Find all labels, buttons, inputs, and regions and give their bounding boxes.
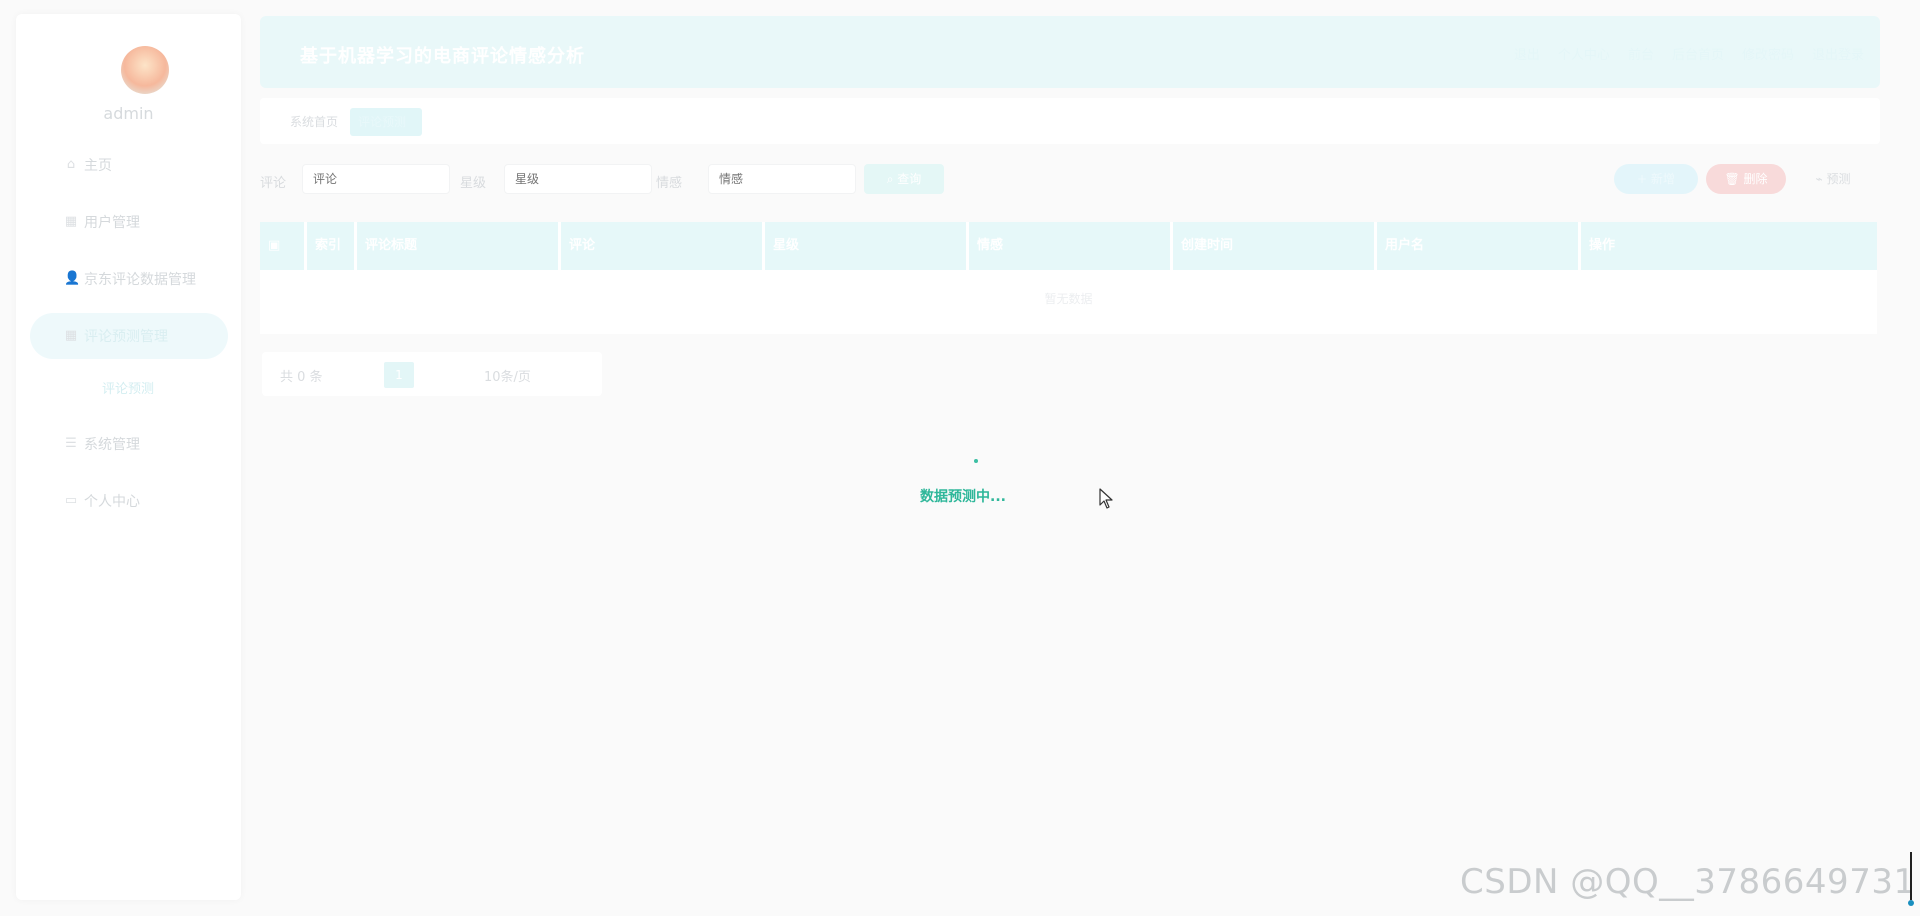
- field-label-sentiment: 情感: [656, 176, 683, 191]
- data-table: ▣ 索引 评论标题 评论 星级 情感 创建时间 用户名 操作 暂无数据: [260, 222, 1877, 334]
- pagination-total: 共 0 条: [280, 370, 323, 385]
- submenu-item-prediction[interactable]: 评论预测: [102, 378, 154, 397]
- avatar[interactable]: [121, 46, 169, 94]
- plus-icon: +: [1637, 172, 1651, 186]
- thermometer-icon: [1908, 852, 1914, 906]
- search-bar: 评论 星级 情感 ⌕ 查询 + 新增 🗑 删除 ⌁ 预测: [260, 162, 1880, 198]
- add-button-label: 新增: [1650, 172, 1675, 186]
- pagination: 共 0 条 1 10条/页: [262, 352, 602, 396]
- header-link-logout-short[interactable]: 退出: [1514, 44, 1540, 63]
- grid-icon: ▦: [64, 214, 78, 229]
- list-icon: ☰: [65, 436, 77, 451]
- header-link-profile[interactable]: 个人中心: [1558, 44, 1610, 63]
- predict-button[interactable]: ⌁ 预测: [1798, 164, 1868, 194]
- user-icon: 👤: [64, 271, 81, 286]
- sentiment-input[interactable]: [708, 164, 856, 194]
- app-root: admin ⌂ 主页 ▦ 用户管理 👤 京东评论数据管理 ▦ 评论预测管理 评论…: [0, 0, 1920, 916]
- chart-icon: ⌁: [1815, 172, 1827, 186]
- sidebar-item-home[interactable]: ⌂ 主页: [30, 142, 228, 188]
- header-link-change-password[interactable]: 修改密码: [1742, 44, 1794, 63]
- field-label-rating: 星级: [460, 176, 487, 191]
- checkbox-icon: ▣: [268, 238, 281, 253]
- sidebar-item-users[interactable]: ▦ 用户管理: [30, 199, 228, 245]
- table-header-comment[interactable]: 评论: [561, 222, 765, 270]
- tab-home[interactable]: 系统首页: [282, 108, 346, 136]
- table-header-select[interactable]: ▣: [260, 222, 307, 270]
- sidebar-item-label: 主页: [84, 158, 112, 174]
- loading-text: 数据预测中...: [920, 489, 1006, 505]
- tab-prediction[interactable]: 评论预测: [350, 108, 422, 136]
- delete-button[interactable]: 🗑 删除: [1706, 164, 1786, 194]
- username: admin: [103, 104, 154, 123]
- trash-icon: 🗑: [1724, 172, 1744, 186]
- header-link-logout[interactable]: 退出登录: [1812, 44, 1864, 63]
- sidebar-item-profile[interactable]: ▭ 个人中心: [30, 478, 228, 524]
- delete-button-label: 删除: [1743, 172, 1768, 186]
- table-header-created[interactable]: 创建时间: [1173, 222, 1377, 270]
- table-header-username[interactable]: 用户名: [1377, 222, 1581, 270]
- sidebar-item-label: 评论预测管理: [84, 329, 168, 345]
- table-header-title[interactable]: 评论标题: [357, 222, 561, 270]
- sidebar-item-label: 系统管理: [84, 437, 140, 453]
- grid-icon: ▦: [64, 328, 78, 343]
- predict-button-label: 预测: [1826, 172, 1851, 186]
- table-header-sentiment[interactable]: 情感: [969, 222, 1173, 270]
- sidebar-item-label: 京东评论数据管理: [84, 272, 196, 288]
- header-link-dashboard[interactable]: 后台首页: [1672, 44, 1724, 63]
- field-label-comment: 评论: [260, 176, 287, 191]
- table-empty-text: 暂无数据: [1044, 292, 1093, 306]
- home-icon: ⌂: [66, 157, 76, 172]
- sidebar-item-jd-comments[interactable]: 👤 京东评论数据管理: [30, 256, 228, 302]
- header-links: 退出 个人中心 前台 后台首页 修改密码 退出登录: [1514, 44, 1864, 63]
- page-size-select[interactable]: 10条/页: [484, 366, 531, 385]
- table-header-rating[interactable]: 星级: [765, 222, 969, 270]
- tabs-bar: 系统首页 评论预测: [260, 98, 1880, 144]
- search-button[interactable]: ⌕ 查询: [864, 164, 944, 194]
- sidebar-item-label: 个人中心: [84, 494, 140, 510]
- rating-input[interactable]: [504, 164, 652, 194]
- comment-input[interactable]: [302, 164, 450, 194]
- table-header-actions: 操作: [1589, 238, 1616, 253]
- card-icon: ▭: [64, 493, 78, 508]
- watermark: CSDN @QQ__3786649731: [1460, 862, 1916, 902]
- mouse-cursor-icon: [1099, 488, 1113, 509]
- table-header-index: 索引: [307, 222, 357, 270]
- sidebar-item-prediction[interactable]: ▦ 评论预测管理: [30, 313, 228, 359]
- search-icon: ⌕: [886, 172, 898, 186]
- pagination-page-1[interactable]: 1: [384, 362, 414, 388]
- sidebar-item-system[interactable]: ☰ 系统管理: [30, 421, 228, 467]
- table-header: ▣ 索引 评论标题 评论 星级 情感 创建时间 用户名 操作: [260, 222, 1877, 270]
- header-link-front[interactable]: 前台: [1628, 44, 1654, 63]
- sidebar-item-label: 用户管理: [84, 215, 140, 231]
- add-button[interactable]: + 新增: [1614, 164, 1698, 194]
- loading-spinner-icon: [974, 459, 978, 463]
- search-button-label: 查询: [897, 172, 922, 186]
- header: 基于机器学习的电商评论情感分析 退出 个人中心 前台 后台首页 修改密码 退出登…: [260, 16, 1880, 88]
- page-title: 基于机器学习的电商评论情感分析: [300, 46, 585, 67]
- sidebar: admin ⌂ 主页 ▦ 用户管理 👤 京东评论数据管理 ▦ 评论预测管理 评论…: [16, 14, 241, 900]
